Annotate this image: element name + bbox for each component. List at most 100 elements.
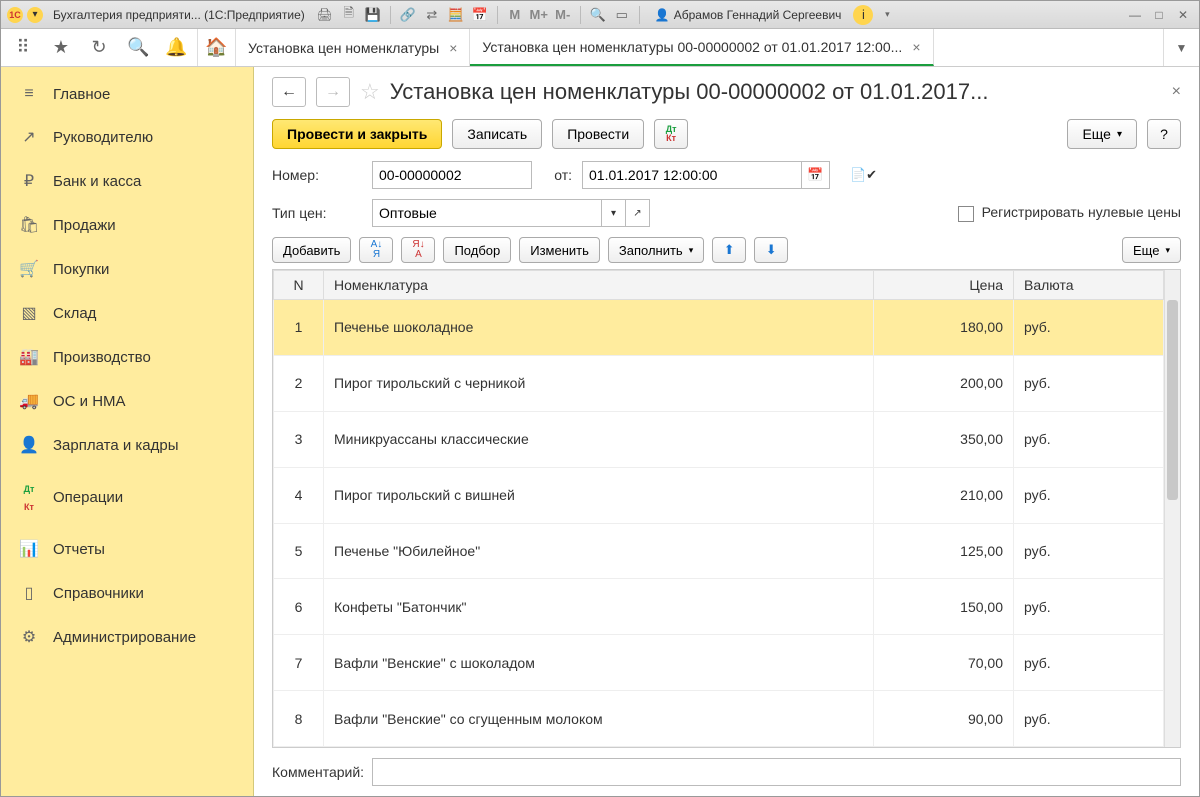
logo-1c-icon: 1С	[7, 7, 23, 23]
open-icon[interactable]: ↗	[626, 199, 650, 227]
m-minus-icon[interactable]: M-	[553, 5, 573, 25]
compare-icon[interactable]: ⇄	[422, 5, 442, 25]
sidebar-item-warehouse[interactable]: ▧Склад	[1, 291, 253, 335]
link-icon[interactable]: 🔗	[398, 5, 418, 25]
fill-button[interactable]: Заполнить ▾	[608, 237, 704, 263]
m-icon[interactable]: M	[505, 5, 525, 25]
table-row[interactable]: 6 Конфеты "Батончик" 150,00 руб.	[274, 579, 1164, 635]
tabs-dropdown[interactable]: ▼	[1163, 29, 1199, 66]
print-icon[interactable]: 🖨	[315, 5, 335, 25]
notifications-icon[interactable]: 🔔	[165, 37, 185, 58]
pricetype-label: Тип цен:	[272, 205, 362, 221]
back-button[interactable]: ←	[272, 77, 306, 107]
number-label: Номер:	[272, 167, 362, 183]
dtkt-button[interactable]: ДтКт	[654, 119, 688, 149]
catalog-icon: ▯	[19, 583, 39, 603]
register-zero-checkbox[interactable]	[958, 206, 974, 222]
close-button[interactable]: ✕	[1173, 5, 1193, 25]
sidebar-item-admin[interactable]: ⚙Администрирование	[1, 615, 253, 659]
calc-icon[interactable]: 🧮	[446, 5, 466, 25]
titlebar-menu-dropdown[interactable]: ▾	[27, 7, 43, 23]
more-button[interactable]: Еще ▾	[1067, 119, 1137, 149]
ruble-icon: ₽	[19, 171, 39, 191]
minimize-button[interactable]: —	[1125, 5, 1145, 25]
help-button[interactable]: ?	[1147, 119, 1181, 149]
number-input[interactable]	[372, 161, 532, 189]
post-and-close-button[interactable]: Провести и закрыть	[272, 119, 442, 149]
table-row[interactable]: 5 Печенье "Юбилейное" 125,00 руб.	[274, 523, 1164, 579]
add-button[interactable]: Добавить	[272, 237, 351, 263]
date-input[interactable]	[582, 161, 802, 189]
sidebar-item-catalogs[interactable]: ▯Справочники	[1, 571, 253, 615]
chart-icon: ↗	[19, 127, 39, 147]
table-row[interactable]: 2 Пирог тирольский с черникой 200,00 руб…	[274, 355, 1164, 411]
favorites-icon[interactable]: ★	[51, 37, 71, 58]
tasks-icon[interactable]: ▭	[612, 5, 632, 25]
toolbar-tabs: ⠿ ★ ↻ 🔍 🔔 🏠 Установка цен номенклатуры ×…	[1, 29, 1199, 67]
move-up-button[interactable]: ⬆	[712, 237, 746, 263]
zoom-icon[interactable]: 🔍	[588, 5, 608, 25]
gear-icon: ⚙	[19, 627, 39, 647]
col-name[interactable]: Номенклатура	[324, 271, 874, 300]
table-row[interactable]: 8 Вафли "Венские" со сгущенным молоком 9…	[274, 691, 1164, 747]
preview-icon[interactable]: 🗎	[339, 5, 359, 25]
m-plus-icon[interactable]: M+	[529, 5, 549, 25]
search-icon[interactable]: 🔍	[127, 37, 147, 58]
dropdown-icon[interactable]: ▾	[602, 199, 626, 227]
move-down-button[interactable]: ⬇	[754, 237, 788, 263]
col-price[interactable]: Цена	[874, 271, 1014, 300]
col-currency[interactable]: Валюта	[1014, 271, 1164, 300]
apps-icon[interactable]: ⠿	[13, 37, 33, 58]
sidebar-item-production[interactable]: 🏭Производство	[1, 335, 253, 379]
tab-label: Установка цен номенклатуры 00-00000002 о…	[482, 39, 902, 55]
status-check-icon[interactable]: 📄✔	[850, 167, 877, 183]
info-dropdown-icon[interactable]: ▾	[877, 5, 897, 25]
history-icon[interactable]: ↻	[89, 37, 109, 58]
date-label: от:	[542, 167, 572, 183]
tab-label: Установка цен номенклатуры	[248, 40, 439, 56]
info-icon[interactable]: i	[853, 5, 873, 25]
sidebar-item-sales[interactable]: 🛍Продажи	[1, 203, 253, 247]
sidebar-item-main[interactable]: ≡Главное	[1, 73, 253, 115]
tab-item[interactable]: Установка цен номенклатуры ×	[236, 29, 470, 66]
table-more-button[interactable]: Еще ▾	[1122, 237, 1181, 263]
pricetype-input[interactable]	[372, 199, 602, 227]
sidebar-item-manager[interactable]: ↗Руководителю	[1, 115, 253, 159]
user-label[interactable]: 👤Абрамов Геннадий Сергеевич	[647, 8, 850, 22]
table-row[interactable]: 1 Печенье шоколадное 180,00 руб.	[274, 300, 1164, 356]
tab-close-icon[interactable]: ×	[912, 39, 920, 55]
change-button[interactable]: Изменить	[519, 237, 600, 263]
bag-icon: 🛍	[19, 215, 39, 235]
tab-close-icon[interactable]: ×	[449, 40, 457, 56]
forward-button[interactable]: →	[316, 77, 350, 107]
sidebar-item-reports[interactable]: 📊Отчеты	[1, 527, 253, 571]
app-window: 1С ▾ Бухгалтерия предприяти... (1С:Предп…	[0, 0, 1200, 797]
home-button[interactable]: 🏠	[198, 29, 236, 66]
save-icon[interactable]: 💾	[363, 5, 383, 25]
table-row[interactable]: 7 Вафли "Венские" с шоколадом 70,00 руб.	[274, 635, 1164, 691]
table-row[interactable]: 3 Миникруассаны классические 350,00 руб.	[274, 411, 1164, 467]
sidebar-item-assets[interactable]: 🚚ОС и НМА	[1, 379, 253, 423]
table-row[interactable]: 4 Пирог тирольский с вишней 210,00 руб.	[274, 467, 1164, 523]
sort-asc-button[interactable]: А↓Я	[359, 237, 393, 263]
tab-item[interactable]: Установка цен номенклатуры 00-00000002 о…	[470, 29, 933, 66]
calendar-picker-icon[interactable]: 📅	[802, 161, 830, 189]
maximize-button[interactable]: □	[1149, 5, 1169, 25]
favorite-star-icon[interactable]: ☆	[360, 79, 380, 105]
price-table: N Номенклатура Цена Валюта 1 Печенье шок…	[272, 269, 1181, 748]
sidebar-item-operations[interactable]: ДтКтОперации	[1, 467, 253, 527]
sidebar-item-bank[interactable]: ₽Банк и касса	[1, 159, 253, 203]
post-button[interactable]: Провести	[552, 119, 644, 149]
col-n[interactable]: N	[274, 271, 324, 300]
sidebar-item-hr[interactable]: 👤Зарплата и кадры	[1, 423, 253, 467]
select-button[interactable]: Подбор	[443, 237, 511, 263]
table-scrollbar[interactable]	[1164, 270, 1180, 747]
sort-desc-button[interactable]: Я↓А	[401, 237, 435, 263]
sidebar-item-purchases[interactable]: 🛒Покупки	[1, 247, 253, 291]
sidebar: ≡Главное ↗Руководителю ₽Банк и касса 🛍Пр…	[1, 67, 254, 796]
save-button[interactable]: Записать	[452, 119, 542, 149]
calendar-icon[interactable]: 📅	[470, 5, 490, 25]
comment-input[interactable]	[372, 758, 1181, 786]
factory-icon: 🏭	[19, 347, 39, 367]
document-close-icon[interactable]: ×	[1172, 83, 1181, 101]
